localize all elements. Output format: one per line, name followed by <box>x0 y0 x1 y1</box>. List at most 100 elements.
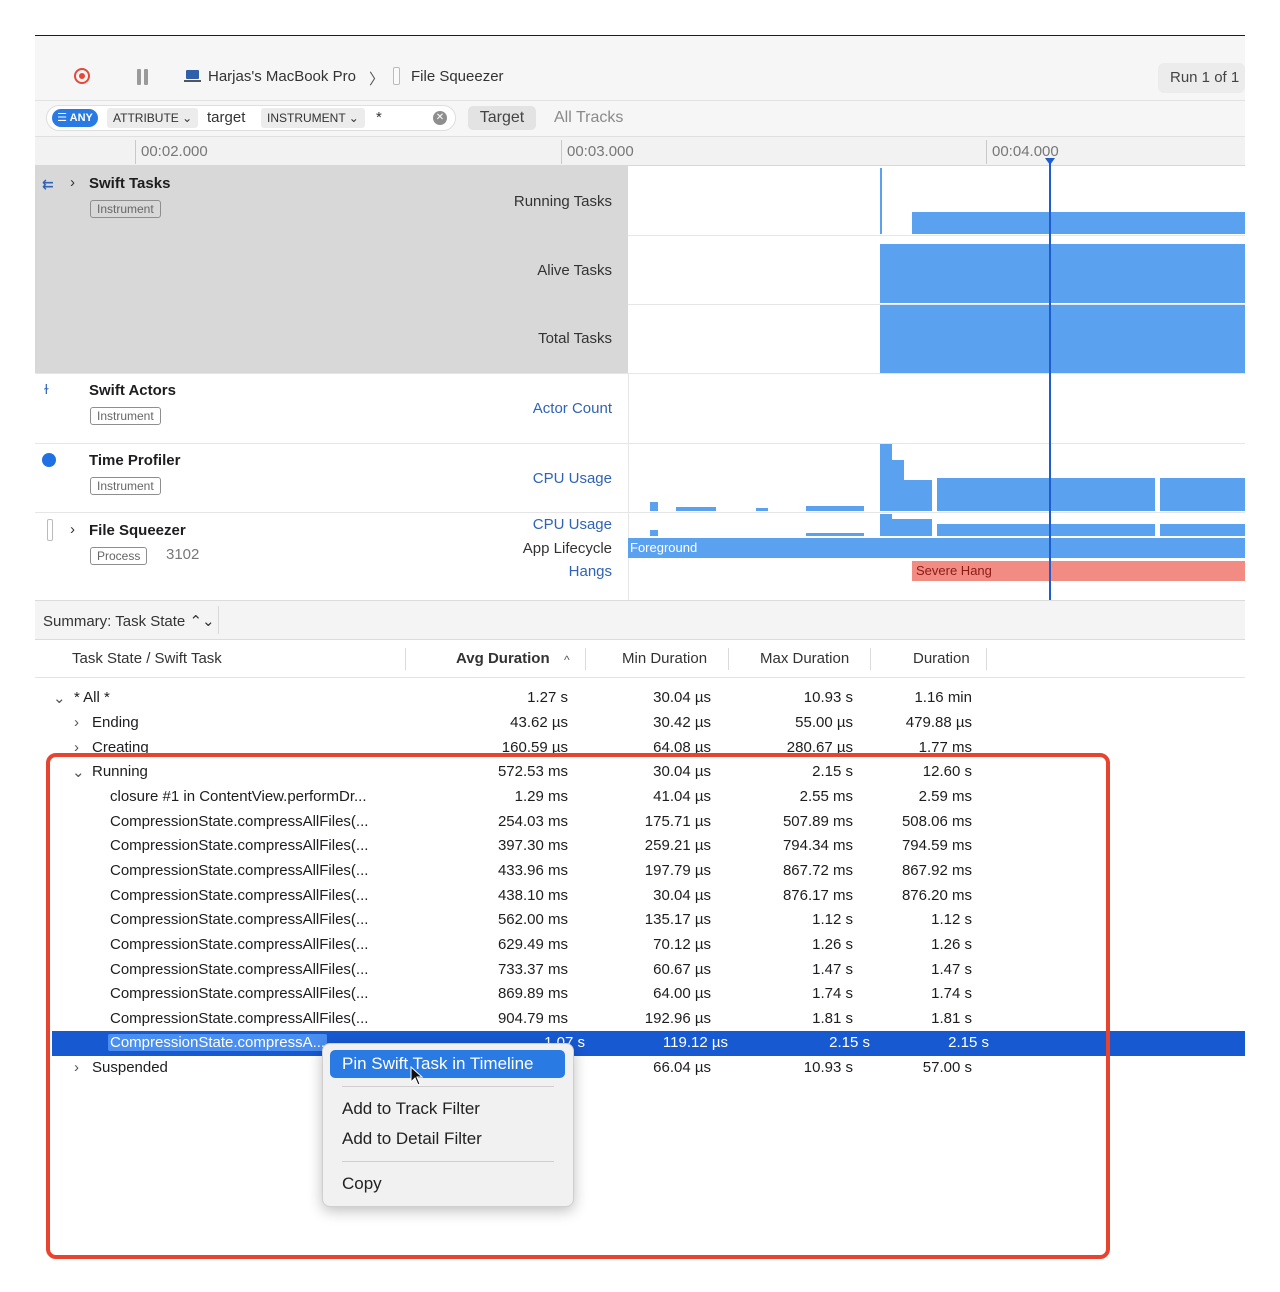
laptop-icon <box>184 70 201 83</box>
instrument-token[interactable]: INSTRUMENT ⌄ <box>261 108 365 128</box>
graph-bar <box>892 460 904 511</box>
instrument-badge: Instrument <box>90 477 161 495</box>
column-separator[interactable] <box>870 648 871 670</box>
track-name: Swift Actors <box>89 382 176 399</box>
run-selector[interactable]: Run 1 of 1 <box>1158 63 1245 93</box>
record-button[interactable] <box>74 68 90 84</box>
column-separator[interactable] <box>585 648 586 670</box>
table-row[interactable]: › Creating 160.59 µs 64.08 µs 280.67 µs … <box>35 736 1245 753</box>
table-row[interactable]: › Ending 43.62 µs 30.42 µs 55.00 µs 479.… <box>35 711 1245 736</box>
process-id: 3102 <box>166 546 200 563</box>
graph-bar <box>756 508 768 511</box>
lane-label: CPU Usage <box>532 470 612 487</box>
ruler-tick <box>986 140 987 164</box>
app-lifecycle-bar[interactable] <box>628 538 1245 558</box>
header-divider <box>628 373 629 600</box>
column-header-duration[interactable]: Duration <box>913 650 970 667</box>
lane-divider <box>628 235 1245 236</box>
lane-divider <box>628 304 1245 305</box>
instrument-badge: Instrument <box>90 407 161 425</box>
ruler-tick <box>135 140 136 164</box>
column-separator[interactable] <box>986 648 987 670</box>
lane-label: Alive Tasks <box>537 262 612 279</box>
graph-bar <box>904 480 932 511</box>
ruler-label: 00:02.000 <box>141 143 208 160</box>
pause-button[interactable] <box>136 69 150 85</box>
clear-filter-icon[interactable]: ✕ <box>433 111 447 125</box>
scope-target-button[interactable]: Target <box>468 106 536 130</box>
column-header-max[interactable]: Max Duration <box>760 650 849 667</box>
disclosure-chevron-icon[interactable]: › <box>70 174 75 191</box>
max-cell: 55.00 µs <box>795 714 853 731</box>
graph-bar <box>1160 524 1245 536</box>
graph-bar <box>880 244 1245 303</box>
avg-cell: 43.62 µs <box>510 714 568 731</box>
duration-cell: 479.88 µs <box>905 714 972 731</box>
lane-label: Hangs <box>568 563 612 580</box>
graph-bar <box>912 212 1245 234</box>
playhead[interactable] <box>1049 160 1051 600</box>
track-divider <box>35 443 1245 444</box>
header-underline <box>35 677 1245 678</box>
graph-bar <box>937 524 1155 536</box>
instrument-value[interactable]: * <box>376 108 382 128</box>
timeline-ruler[interactable] <box>35 136 1245 166</box>
disclosure-chevron-icon[interactable]: › <box>74 739 79 753</box>
any-filter-button[interactable]: ☰ ANY <box>52 109 98 127</box>
track-divider <box>35 512 1245 513</box>
graph-bar <box>1160 478 1245 511</box>
graph-bar <box>806 533 864 536</box>
column-header-min[interactable]: Min Duration <box>622 650 707 667</box>
graph-bar <box>880 168 882 234</box>
lane-label: Running Tasks <box>513 193 612 210</box>
graph-bar <box>650 502 658 511</box>
process-badge: Process <box>90 547 148 565</box>
process-icon <box>393 67 400 85</box>
playhead-handle-icon[interactable] <box>1045 158 1055 165</box>
graph-bar <box>650 530 658 536</box>
disclosure-chevron-icon[interactable]: › <box>70 521 75 538</box>
hang-label: Severe Hang <box>916 563 992 578</box>
avg-cell: 1.27 s <box>527 689 568 706</box>
track-divider <box>35 373 1245 374</box>
min-cell: 30.42 µs <box>653 714 711 731</box>
column-separator[interactable] <box>405 648 406 670</box>
disclosure-chevron-icon[interactable]: › <box>74 714 79 731</box>
graph-bar <box>806 506 864 511</box>
scope-all-tracks-button[interactable]: All Tracks <box>554 106 623 130</box>
ruler-tick <box>561 140 562 164</box>
duration-cell: 1.77 ms <box>918 739 972 753</box>
process-icon <box>47 519 53 541</box>
attribute-token[interactable]: ATTRIBUTE ⌄ <box>107 108 199 128</box>
graph-bar <box>880 514 892 536</box>
attribute-value[interactable]: target <box>207 108 245 128</box>
summary-bar <box>35 600 1245 640</box>
summary-divider <box>218 606 219 634</box>
lane-label: Total Tasks <box>538 330 612 347</box>
track-name: Time Profiler <box>89 452 181 469</box>
column-separator[interactable] <box>728 648 729 670</box>
instrument-badge: Instrument <box>90 200 161 218</box>
task-name: Ending <box>92 714 139 731</box>
sort-ascending-icon[interactable]: ^ <box>564 653 570 667</box>
column-header-avg[interactable]: Avg Duration <box>456 650 550 667</box>
track-name: Swift Tasks <box>89 175 171 192</box>
highlight-annotation-box <box>46 753 1110 1259</box>
max-cell: 10.93 s <box>803 689 853 706</box>
target-selector[interactable]: File Squeezer <box>411 68 504 85</box>
max-cell: 280.67 µs <box>786 739 853 753</box>
device-selector[interactable]: Harjas's MacBook Pro <box>208 68 356 85</box>
task-name: * All * <box>74 689 110 706</box>
column-header-task[interactable]: Task State / Swift Task <box>72 650 222 667</box>
duration-cell: 1.16 min <box>914 689 972 706</box>
summary-selector[interactable]: Summary: Task State ⌃⌄ <box>43 612 215 630</box>
table-row[interactable]: ⌄ * All * 1.27 s 30.04 µs 10.93 s 1.16 m… <box>35 686 1245 711</box>
lane-label: Actor Count <box>532 400 612 417</box>
graph-bar <box>880 444 892 511</box>
lane-label: CPU Usage <box>532 516 612 533</box>
lifecycle-label: Foreground <box>630 540 698 555</box>
task-name: Creating <box>92 739 149 753</box>
actor-icon: ɫ <box>44 381 49 397</box>
lane-label: App Lifecycle <box>522 540 612 557</box>
disclosure-down-icon[interactable]: ⌄ <box>53 689 66 707</box>
